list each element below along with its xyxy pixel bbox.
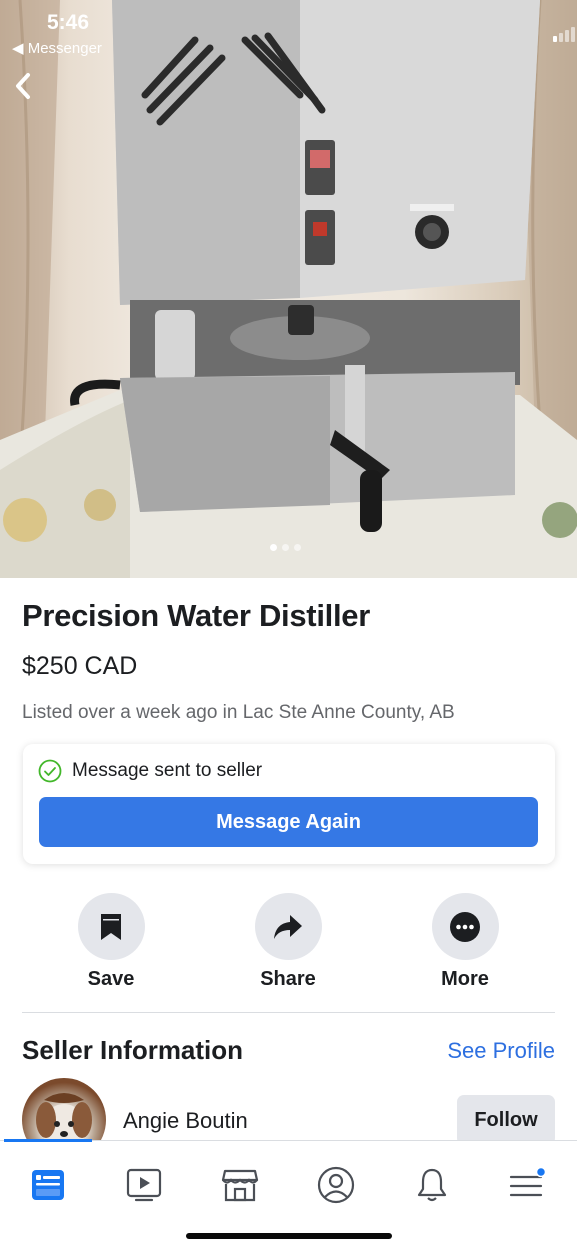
back-button[interactable] (14, 72, 44, 110)
pager-dot (270, 544, 277, 551)
save-label: Save (87, 968, 135, 990)
seller-info-heading: Seller Information (22, 1035, 244, 1065)
message-again-button[interactable]: Message Again (39, 797, 538, 847)
chevron-left-icon (16, 73, 30, 99)
see-profile-link[interactable]: See Profile (447, 1038, 555, 1064)
pager-dot (282, 544, 289, 551)
listing-title: Precision Water Distiller (22, 598, 370, 633)
notification-badge (535, 1167, 547, 1178)
watch-video-icon (126, 1168, 162, 1202)
share-button[interactable] (254, 893, 322, 960)
more-label: More (441, 968, 489, 990)
tab-home[interactable] (18, 1155, 78, 1215)
marketplace-icon (221, 1169, 259, 1202)
profile-icon (317, 1166, 355, 1204)
bottom-tab-bar (0, 1139, 577, 1251)
back-to-messenger-link[interactable]: ◀ Messenger (12, 39, 102, 57)
status-time: 5:46 (47, 11, 90, 34)
listing-price: $250 CAD (22, 652, 138, 680)
seller-name[interactable]: Angie Boutin (123, 1108, 248, 1134)
tab-watch[interactable] (114, 1155, 174, 1215)
seller-row: Angie Boutin Follow (22, 1078, 555, 1162)
listing-location-time: Listed over a week ago in Lac Ste Anne C… (22, 702, 455, 723)
message-status-text: Message sent to seller (72, 760, 263, 781)
more-dots-icon (450, 911, 480, 942)
active-tab-indicator (4, 1139, 92, 1142)
save-button[interactable] (77, 893, 145, 960)
home-indicator (186, 1233, 392, 1239)
bookmark-icon (101, 913, 121, 940)
notifications-bell-icon (417, 1168, 447, 1202)
tab-notifications[interactable] (402, 1155, 462, 1215)
share-label: Share (260, 968, 316, 990)
tab-marketplace[interactable] (210, 1155, 270, 1215)
signal-icon (553, 27, 575, 42)
pager-dot (294, 544, 301, 551)
follow-button[interactable]: Follow (457, 1095, 555, 1145)
more-button[interactable] (431, 893, 499, 960)
menu-icon (509, 1167, 547, 1197)
check-circle-icon (38, 759, 62, 783)
message-status: Message sent to seller (38, 759, 262, 783)
image-pager-dots (270, 544, 301, 551)
save-action[interactable]: Save (56, 893, 166, 991)
tab-profile[interactable] (306, 1155, 366, 1215)
tab-menu[interactable] (498, 1155, 558, 1215)
more-action[interactable]: More (410, 893, 520, 991)
listing-photo[interactable]: 5:46 ◀ Messenger (0, 0, 577, 578)
section-divider (22, 1012, 555, 1013)
home-feed-icon (32, 1170, 64, 1200)
listing-actions: Save Share More (0, 893, 577, 1003)
share-arrow-icon (274, 914, 302, 939)
message-card: Message sent to seller Message Again (23, 744, 555, 864)
share-action[interactable]: Share (233, 893, 343, 991)
water-distiller-photo (0, 0, 577, 578)
